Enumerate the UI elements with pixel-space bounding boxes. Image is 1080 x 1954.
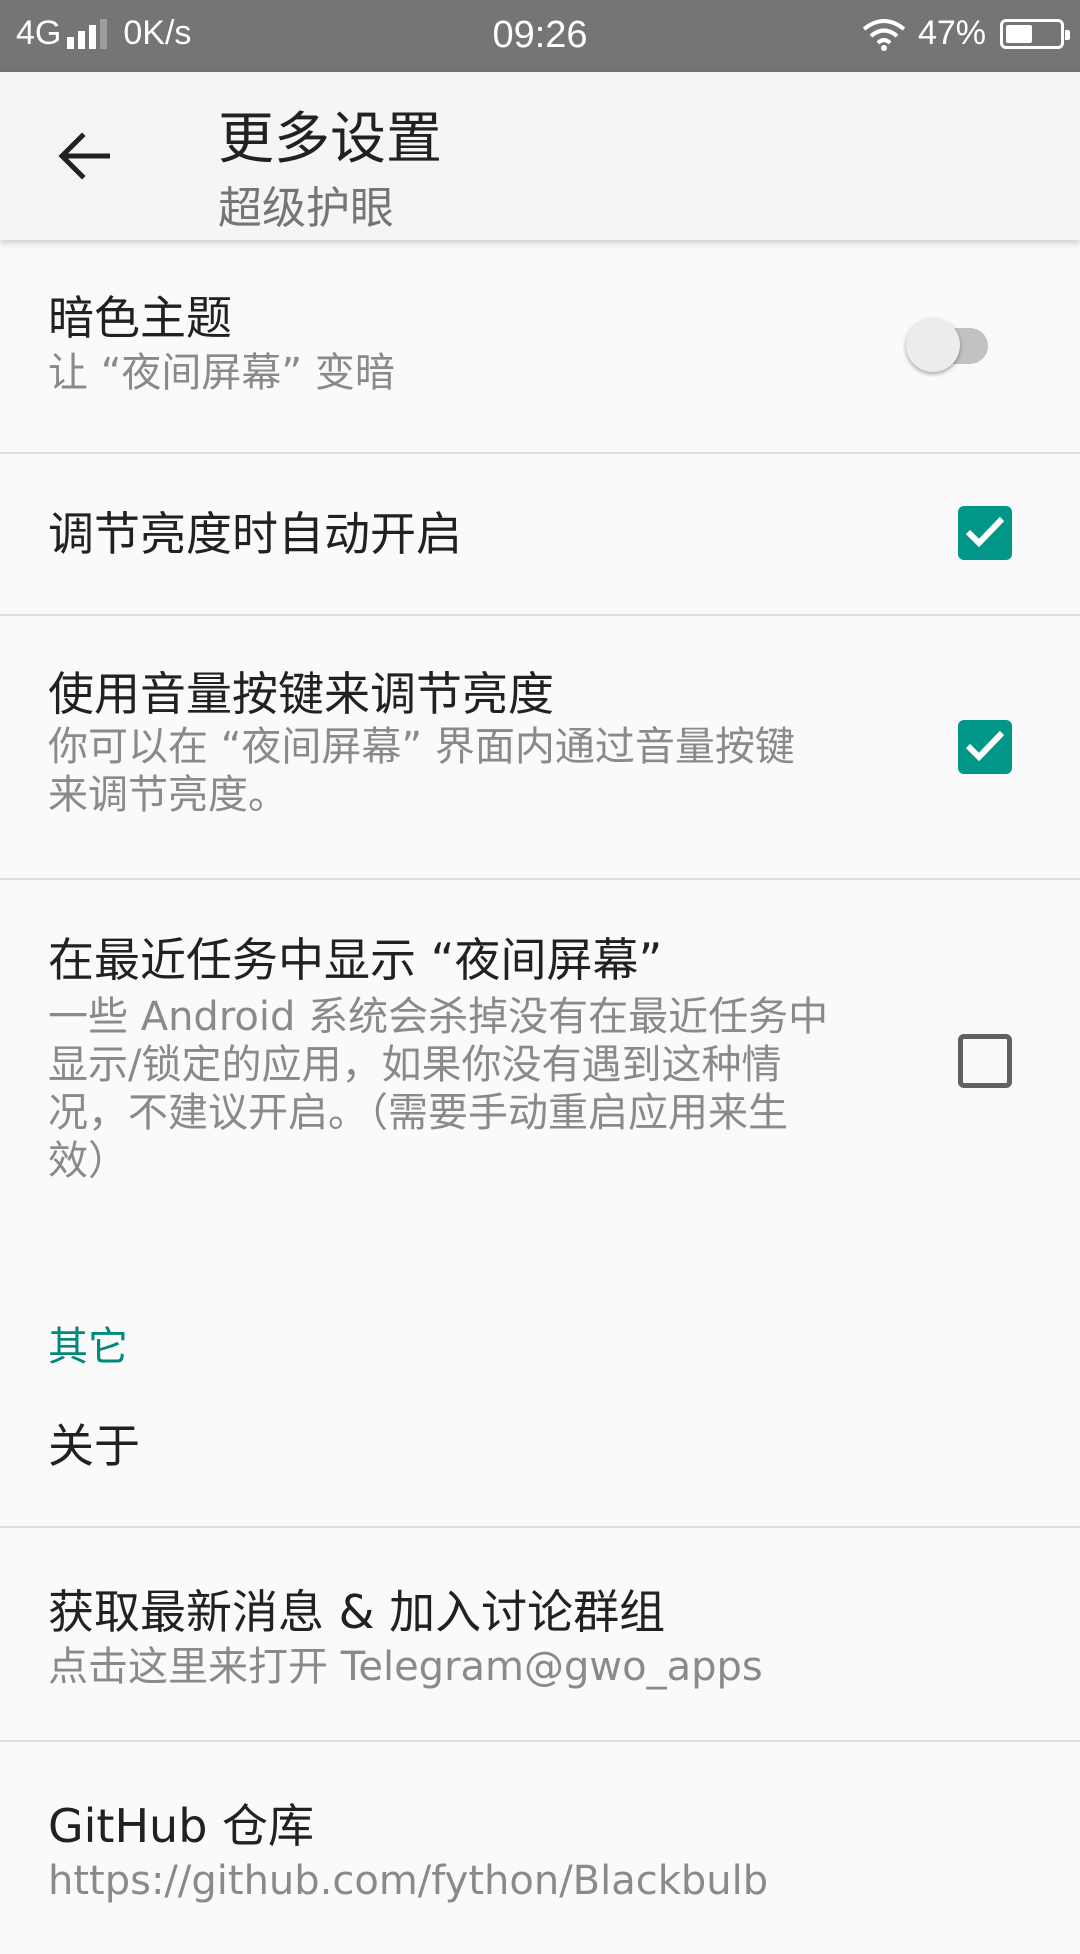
dark-theme-title: 暗色主题 xyxy=(48,291,232,345)
news-item[interactable]: 获取最新消息 & 加入讨论群组 点击这里来打开 Telegram@gwo_app… xyxy=(0,1528,1080,1742)
arrow-back-icon xyxy=(58,132,110,180)
auto-enable-checkbox[interactable] xyxy=(958,506,1012,560)
status-right: 47% xyxy=(862,14,1070,53)
status-bar: 4G 0K/s 09:26 47% xyxy=(0,0,1080,72)
recent-tasks-summary-line-1: 一些 Android 系统会杀掉没有在最近任务中 xyxy=(48,994,829,1040)
dark-theme-switch[interactable] xyxy=(906,312,998,372)
volume-keys-summary-line-2: 来调节亮度。 xyxy=(48,772,288,818)
recent-tasks-summary-line-3: 况，不建议开启。（需要手动重启应用来生 xyxy=(48,1090,788,1136)
recent-tasks-summary-line-2: 显示/锁定的应用，如果你没有遇到这种情 xyxy=(48,1042,782,1088)
dark-theme-summary: 让 “夜间屏幕” 变暗 xyxy=(48,350,395,396)
about-title: 关于 xyxy=(48,1419,140,1473)
github-item[interactable]: GitHub 仓库 https://github.com/fython/Blac… xyxy=(0,1742,1080,1954)
auto-enable-item[interactable]: 调节亮度时自动开启 xyxy=(0,454,1080,616)
volume-keys-item[interactable]: 使用音量按键来调节亮度 你可以在 “夜间屏幕” 界面内通过音量按键 来调节亮度。 xyxy=(0,616,1080,880)
news-summary: 点击这里来打开 Telegram@gwo_apps xyxy=(48,1644,763,1690)
settings-list: 暗色主题 让 “夜间屏幕” 变暗 调节亮度时自动开启 使用音量按键来调节亮度 你… xyxy=(0,240,1080,1954)
volume-keys-title: 使用音量按键来调节亮度 xyxy=(48,667,554,721)
app-bar: 更多设置 超级护眼 xyxy=(0,72,1080,240)
page-subtitle: 超级护眼 xyxy=(218,183,394,234)
dark-theme-item[interactable]: 暗色主题 让 “夜间屏幕” 变暗 xyxy=(0,240,1080,454)
back-button[interactable] xyxy=(40,116,128,196)
news-title: 获取最新消息 & 加入讨论群组 xyxy=(48,1585,666,1639)
battery-percent: 47% xyxy=(917,14,986,52)
recent-tasks-title: 在最近任务中显示 “夜间屏幕” xyxy=(48,933,663,987)
battery-icon xyxy=(1000,18,1070,49)
recent-tasks-item[interactable]: 在最近任务中显示 “夜间屏幕” 一些 Android 系统会杀掉没有在最近任务中… xyxy=(0,880,1080,1270)
switch-thumb xyxy=(906,318,960,372)
wifi-icon xyxy=(862,18,906,51)
volume-keys-summary-line-1: 你可以在 “夜间屏幕” 界面内通过音量按键 xyxy=(48,724,795,770)
check-icon xyxy=(965,516,1005,548)
about-item[interactable]: 关于 xyxy=(0,1360,1080,1528)
check-icon xyxy=(965,730,1005,762)
recent-tasks-checkbox[interactable] xyxy=(958,1034,1012,1088)
recent-tasks-summary-line-4: 效） xyxy=(48,1138,128,1184)
auto-enable-title: 调节亮度时自动开启 xyxy=(48,507,462,561)
volume-keys-checkbox[interactable] xyxy=(958,720,1012,774)
other-section: 其它 xyxy=(0,1270,1080,1370)
page-title: 更多设置 xyxy=(218,107,442,172)
github-summary: https://github.com/fython/Blackbulb xyxy=(48,1858,769,1904)
github-title: GitHub 仓库 xyxy=(48,1799,315,1853)
